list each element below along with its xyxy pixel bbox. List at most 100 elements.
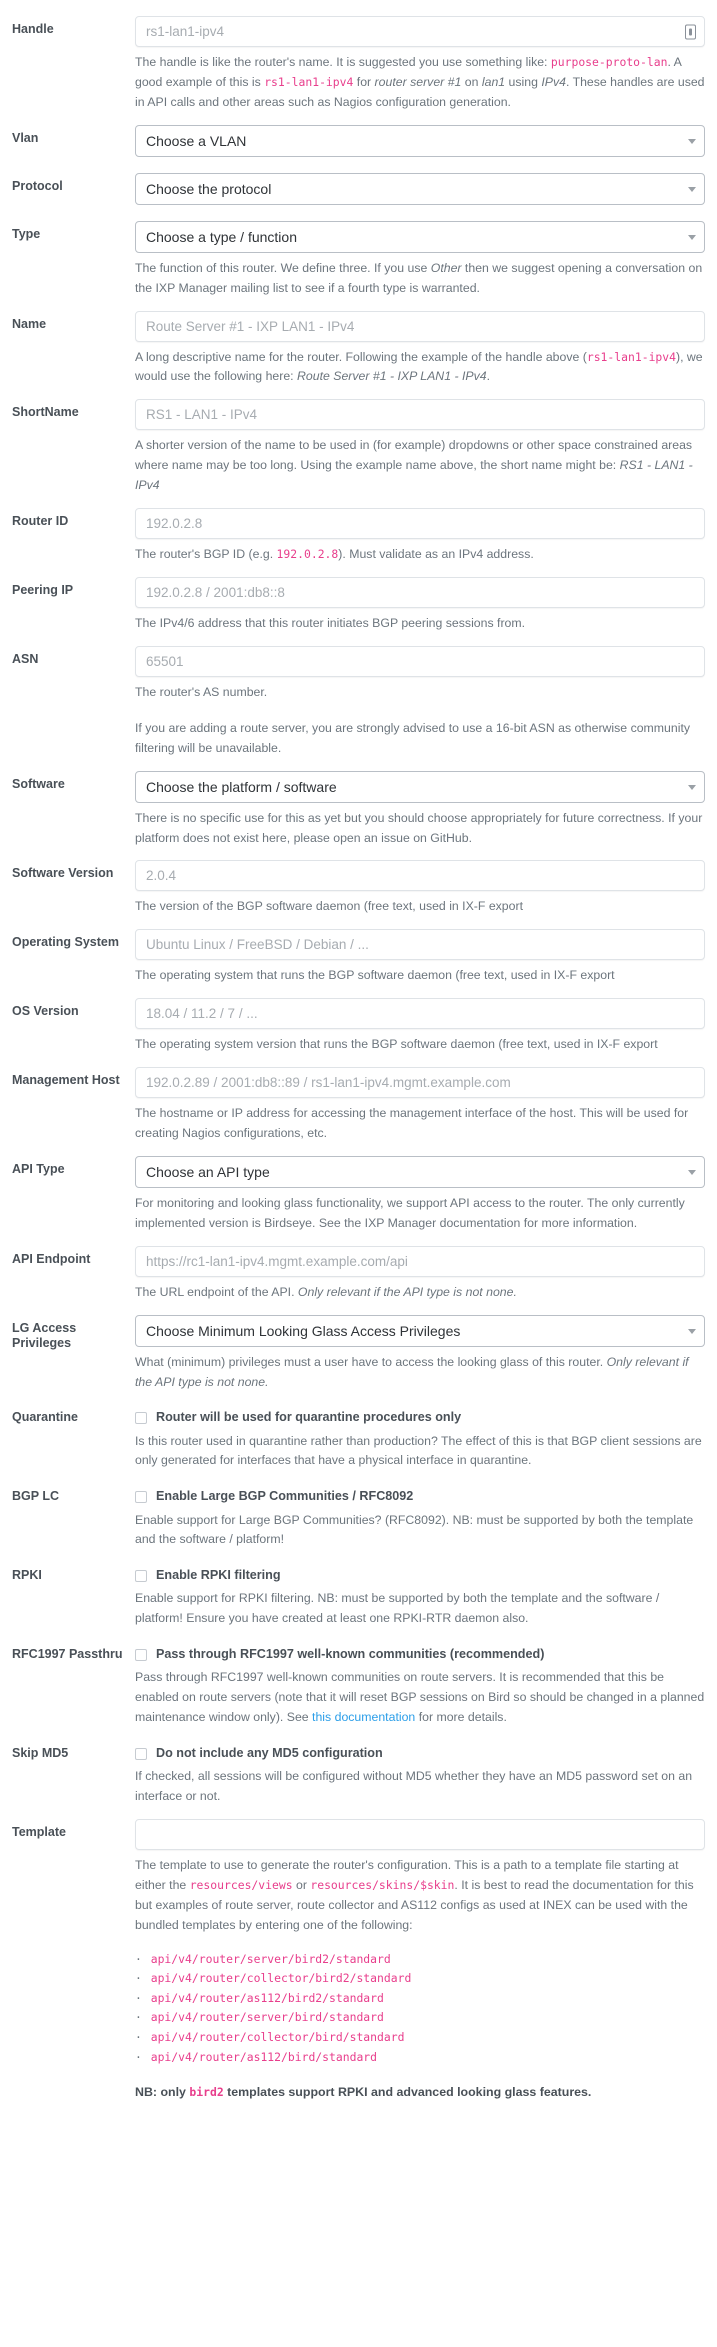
template-paths-list: · api/v4/router/server/bird2/standard · … [135, 1950, 705, 2068]
help-name: A long descriptive name for the router. … [135, 349, 703, 384]
help-lg-access: What (minimum) privileges must a user ha… [135, 1354, 689, 1389]
label-rfc1997: RFC1997 Passthru [12, 1647, 123, 1662]
name-input[interactable]: Route Server #1 - IXP LAN1 - IPv4 [135, 310, 705, 342]
label-skip-md5: Skip MD5 [12, 1746, 69, 1761]
help-operating-system: The operating system that runs the BGP s… [135, 968, 615, 983]
os-version-placeholder: 18.04 / 11.2 / 7 / ... [146, 1006, 258, 1022]
field-row-vlan: Vlan Choose a VLAN [10, 117, 707, 165]
peering-ip-placeholder: 192.0.2.8 / 2001:db8::8 [146, 584, 285, 600]
label-asn: ASN [12, 651, 39, 666]
router-config-form: Handle rs1-lan1-ipv4 The handle is like … [0, 0, 717, 2124]
label-management-host: Management Host [12, 1073, 120, 1088]
label-quarantine: Quarantine [12, 1410, 78, 1425]
api-endpoint-input[interactable]: https://rc1-lan1-ipv4.mgmt.example.com/a… [135, 1245, 705, 1277]
chevron-down-icon [688, 186, 696, 192]
skip-md5-checkbox[interactable] [135, 1747, 147, 1760]
field-row-quarantine: Quarantine Router will be used for quara… [10, 1396, 707, 1475]
help-shortname: A shorter version of the name to be used… [135, 438, 693, 493]
vlan-select[interactable]: Choose a VLAN [135, 124, 705, 157]
label-peering-ip: Peering IP [12, 582, 74, 597]
field-row-type: Type Choose a type / function The functi… [10, 213, 707, 303]
field-row-bgp-lc: BGP LC Enable Large BGP Communities / RF… [10, 1475, 707, 1554]
label-bgp-lc: BGP LC [12, 1489, 59, 1504]
label-os-version: OS Version [12, 1004, 79, 1019]
help-quarantine: Is this router used in quarantine rather… [135, 1433, 702, 1468]
field-row-handle: Handle rs1-lan1-ipv4 The handle is like … [10, 8, 707, 117]
router-id-input[interactable]: 192.0.2.8 [135, 508, 705, 540]
label-software: Software [12, 776, 65, 791]
field-row-skip-md5: Skip MD5 Do not include any MD5 configur… [10, 1732, 707, 1811]
asn-input[interactable]: 65501 [135, 645, 705, 677]
template-input[interactable] [135, 1818, 705, 1850]
help-bgp-lc: Enable support for Large BGP Communities… [135, 1512, 694, 1547]
api-endpoint-placeholder: https://rc1-lan1-ipv4.mgmt.example.com/a… [146, 1253, 408, 1269]
field-row-lg-access: LG Access Privileges Choose Minimum Look… [10, 1307, 707, 1397]
field-row-software-version: Software Version 2.0.4 The version of th… [10, 852, 707, 921]
handle-input[interactable]: rs1-lan1-ipv4 [135, 16, 705, 47]
help-skip-md5: If checked, all sessions will be configu… [135, 1769, 693, 1804]
router-id-placeholder: 192.0.2.8 [146, 516, 203, 532]
type-select[interactable]: Choose a type / function [135, 220, 705, 253]
field-row-api-endpoint: API Endpoint https://rc1-lan1-ipv4.mgmt.… [10, 1238, 707, 1307]
quarantine-checkbox-label: Router will be used for quarantine proce… [156, 1410, 462, 1425]
protocol-selected-value: Choose the protocol [146, 180, 272, 197]
label-type: Type [12, 226, 41, 241]
list-item: · api/v4/router/server/bird/standard [135, 2010, 384, 2025]
rfc1997-documentation-link[interactable]: this documentation [312, 1710, 415, 1724]
label-software-version: Software Version [12, 866, 114, 881]
management-host-input[interactable]: 192.0.2.89 / 2001:db8::89 / rs1-lan1-ipv… [135, 1067, 705, 1099]
help-api-type: For monitoring and looking glass functio… [135, 1195, 685, 1230]
rpki-checkbox-row[interactable]: Enable RPKI filtering [135, 1568, 705, 1583]
template-nb-note: NB: only bird2 templates support RPKI an… [135, 2085, 592, 2100]
list-item: · api/v4/router/as112/bird2/standard [135, 1990, 384, 2005]
shortname-input[interactable]: RS1 - LAN1 - IPv4 [135, 399, 705, 431]
management-host-placeholder: 192.0.2.89 / 2001:db8::89 / rs1-lan1-ipv… [146, 1075, 511, 1091]
label-operating-system: Operating System [12, 935, 119, 950]
label-name: Name [12, 316, 47, 331]
label-lg-access: LG Access Privileges [12, 1320, 77, 1351]
rfc1997-checkbox[interactable] [135, 1648, 147, 1661]
label-router-id: Router ID [12, 514, 69, 529]
skip-md5-checkbox-label: Do not include any MD5 configuration [156, 1746, 383, 1761]
quarantine-checkbox-row[interactable]: Router will be used for quarantine proce… [135, 1410, 705, 1425]
field-row-name: Name Route Server #1 - IXP LAN1 - IPv4 A… [10, 303, 707, 392]
label-rpki: RPKI [12, 1568, 42, 1583]
rpki-checkbox[interactable] [135, 1569, 147, 1582]
software-selected-value: Choose the platform / software [146, 778, 337, 795]
operating-system-input[interactable]: Ubuntu Linux / FreeBSD / Debian / ... [135, 929, 705, 961]
lock-icon [685, 24, 696, 39]
handle-placeholder: rs1-lan1-ipv4 [146, 24, 225, 39]
field-row-rfc1997: RFC1997 Passthru Pass through RFC1997 we… [10, 1633, 707, 1732]
bgp-lc-checkbox-row[interactable]: Enable Large BGP Communities / RFC8092 [135, 1489, 705, 1504]
peering-ip-input[interactable]: 192.0.2.8 / 2001:db8::8 [135, 576, 705, 608]
quarantine-checkbox[interactable] [135, 1412, 147, 1425]
protocol-select[interactable]: Choose the protocol [135, 172, 705, 205]
label-handle: Handle [12, 22, 54, 36]
label-shortname: ShortName [12, 405, 79, 420]
asn-placeholder: 65501 [146, 653, 184, 669]
help-asn: The router's AS number. [135, 684, 268, 699]
rfc1997-checkbox-row[interactable]: Pass through RFC1997 well-known communit… [135, 1647, 705, 1662]
help-peering-ip: The IPv4/6 address that this router init… [135, 615, 526, 630]
list-item: · api/v4/router/as112/bird/standard [135, 2049, 378, 2064]
help-handle: The handle is like the router's name. It… [135, 55, 705, 109]
field-row-router-id: Router ID 192.0.2.8 The router's BGP ID … [10, 500, 707, 569]
help-os-version: The operating system version that runs t… [135, 1037, 658, 1052]
help-asn-secondary: If you are adding a route server, you ar… [135, 720, 691, 755]
help-rfc1997: Pass through RFC1997 well-known communit… [135, 1670, 705, 1725]
lg-access-select[interactable]: Choose Minimum Looking Glass Access Priv… [135, 1314, 705, 1347]
lg-access-selected-value: Choose Minimum Looking Glass Access Priv… [146, 1322, 461, 1339]
help-rpki: Enable support for RPKI filtering. NB: m… [135, 1591, 660, 1626]
bgp-lc-checkbox-label: Enable Large BGP Communities / RFC8092 [156, 1489, 414, 1504]
skip-md5-checkbox-row[interactable]: Do not include any MD5 configuration [135, 1746, 705, 1761]
software-version-input[interactable]: 2.0.4 [135, 860, 705, 892]
field-row-rpki: RPKI Enable RPKI filtering Enable suppor… [10, 1554, 707, 1633]
field-row-api-type: API Type Choose an API type For monitori… [10, 1148, 707, 1238]
software-select[interactable]: Choose the platform / software [135, 770, 705, 803]
label-template: Template [12, 1824, 66, 1839]
help-type: The function of this router. We define t… [135, 260, 703, 295]
field-row-operating-system: Operating System Ubuntu Linux / FreeBSD … [10, 921, 707, 990]
bgp-lc-checkbox[interactable] [135, 1490, 147, 1503]
os-version-input[interactable]: 18.04 / 11.2 / 7 / ... [135, 998, 705, 1030]
api-type-select[interactable]: Choose an API type [135, 1155, 705, 1188]
